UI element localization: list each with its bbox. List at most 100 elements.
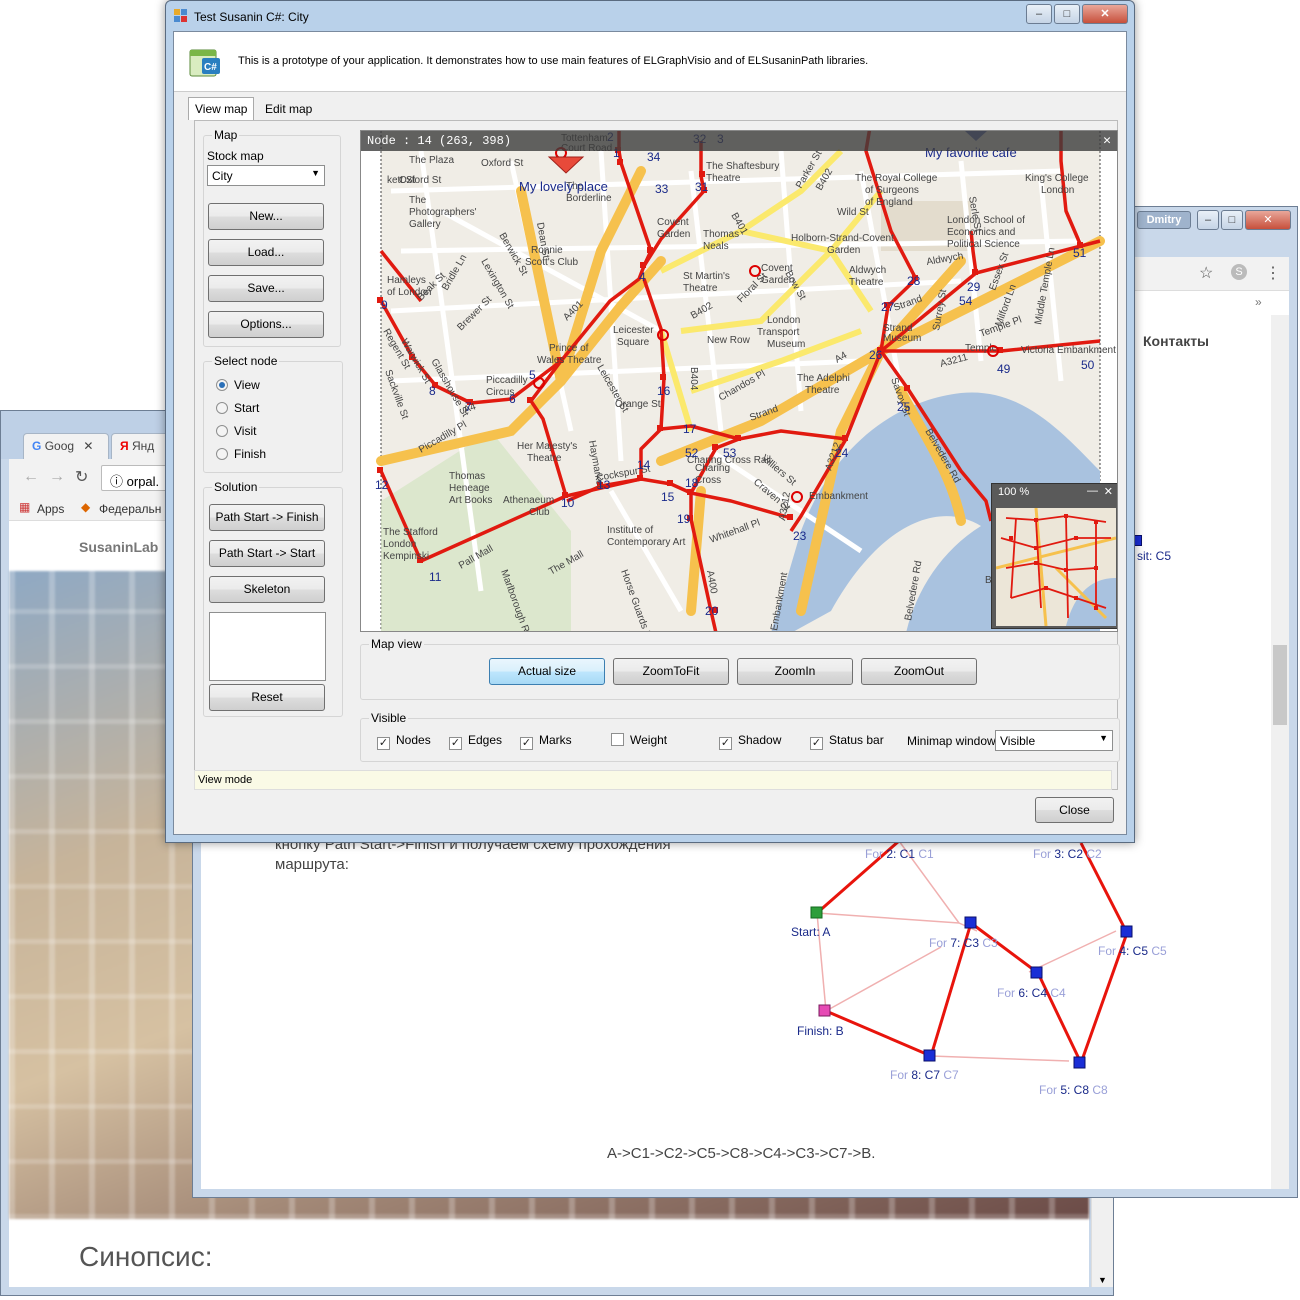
label-faint: C1 xyxy=(915,847,934,861)
svg-text:London: London xyxy=(1041,185,1074,196)
svg-text:15: 15 xyxy=(661,490,675,504)
scroll-down-icon[interactable]: ▼ xyxy=(1098,1275,1107,1285)
svg-text:Victoria Embankment: Victoria Embankment xyxy=(1021,345,1116,356)
load-button[interactable]: Load... xyxy=(208,239,324,266)
options-button[interactable]: Options... xyxy=(208,311,324,338)
radio-view[interactable]: View xyxy=(216,378,260,392)
checkbox-label: Edges xyxy=(468,733,503,747)
label-prefix: For xyxy=(1039,1083,1061,1097)
bookmark-apps[interactable]: Apps xyxy=(37,502,64,516)
title-bar[interactable]: Test Susanin C#: City – □ ✕ xyxy=(166,1,1134,31)
radio-label: Visit xyxy=(234,424,257,438)
tab-view-map[interactable]: View map xyxy=(188,97,255,120)
menu-icon[interactable]: ⋮ xyxy=(1265,263,1281,283)
close-button[interactable]: Close xyxy=(1035,797,1114,823)
graph-label-c8: For 5: C8 C8 xyxy=(1039,1083,1108,1097)
checkbox-status-bar[interactable]: ✓ Status bar xyxy=(810,733,884,750)
minimap-window-label: Minimap window xyxy=(907,734,996,748)
minimap-zoom: 100 % xyxy=(998,486,1030,498)
tab-edit-map[interactable]: Edit map xyxy=(258,97,320,120)
radio-start[interactable]: Start xyxy=(216,401,259,415)
close-icon[interactable]: ✕ xyxy=(1104,485,1113,498)
checkbox-edges[interactable]: ✓ Edges xyxy=(449,733,502,750)
node-c8[interactable] xyxy=(1073,1056,1086,1069)
stock-map-select[interactable]: City ▼ xyxy=(207,165,325,186)
checkbox-weight[interactable]: Weight xyxy=(611,733,667,747)
graph-label-c5: For 4: C5 C5 xyxy=(1098,944,1167,958)
reload-icon[interactable]: ↻ xyxy=(75,467,88,487)
star-icon[interactable]: ☆ xyxy=(1199,263,1213,283)
checkbox-shadow[interactable]: ✓ Shadow xyxy=(719,733,781,750)
actual-size-button[interactable]: Actual size xyxy=(489,658,605,685)
graph-label-c7: For 8: C7 C7 xyxy=(890,1068,959,1082)
minimize-button[interactable]: – xyxy=(1197,210,1219,230)
node-finish[interactable] xyxy=(818,1004,831,1017)
node-c7[interactable] xyxy=(923,1049,936,1062)
site-brand[interactable]: SusaninLab xyxy=(79,539,158,555)
svg-text:Contemporary Art: Contemporary Art xyxy=(607,537,686,548)
user-profile-label[interactable]: Dmitry xyxy=(1137,211,1191,229)
path-start-start-button[interactable]: Path Start -> Start xyxy=(209,540,325,567)
node-c3[interactable] xyxy=(964,916,977,929)
path-start-finish-button[interactable]: Path Start -> Finish xyxy=(209,504,325,531)
close-icon[interactable]: ✕ xyxy=(83,439,93,453)
map-view[interactable]: kett St The Plaza Oxford St Oxford St The Ph… xyxy=(360,130,1118,632)
reset-button[interactable]: Reset xyxy=(209,684,325,711)
browser-tab-yandex[interactable]: Я Янд xyxy=(111,433,171,459)
zoom-to-fit-button[interactable]: ZoomToFit xyxy=(613,658,729,685)
skeleton-button[interactable]: Skeleton xyxy=(209,576,325,603)
svg-text:Holborn-Strand-Covent: Holborn-Strand-Covent xyxy=(791,233,894,244)
checkbox-nodes[interactable]: ✓ Nodes xyxy=(377,733,431,750)
mode-status-bar: View mode xyxy=(194,770,1112,790)
yandex-icon: Я xyxy=(120,439,129,453)
maximize-button[interactable]: □ xyxy=(1221,210,1243,230)
svg-text:4: 4 xyxy=(639,270,646,284)
radio-visit[interactable]: Visit xyxy=(216,424,256,438)
graph-label-c1: For 2: C1 C1 xyxy=(865,847,934,861)
checkbox-empty xyxy=(611,733,624,746)
maximize-button[interactable]: □ xyxy=(1054,4,1080,24)
svg-text:Oxford St: Oxford St xyxy=(399,175,441,186)
label-faint: C4 xyxy=(1047,986,1066,1000)
browser-tab-google[interactable]: G Goog ✕ xyxy=(23,433,109,459)
radio-finish[interactable]: Finish xyxy=(216,447,266,461)
close-window-button[interactable]: ✕ xyxy=(1245,210,1291,230)
node-start[interactable] xyxy=(810,906,823,919)
svg-text:Institute of: Institute of xyxy=(607,525,653,536)
minimap-window[interactable]: 100 % — ✕ xyxy=(991,483,1117,629)
check-icon: ✓ xyxy=(810,737,823,750)
back-icon[interactable]: ← xyxy=(23,468,39,486)
minimize-button[interactable]: – xyxy=(1026,4,1052,24)
checkbox-label: Shadow xyxy=(738,733,782,747)
minimap-preview[interactable] xyxy=(996,508,1116,626)
close-window-button[interactable]: ✕ xyxy=(1082,4,1128,24)
solution-output-box[interactable] xyxy=(209,612,326,681)
bookmark-federal[interactable]: Федеральн xyxy=(99,502,161,516)
checkbox-marks[interactable]: ✓ Marks xyxy=(520,733,572,750)
zoom-out-button[interactable]: ZoomOut xyxy=(861,658,977,685)
close-icon[interactable]: ✕ xyxy=(1103,133,1111,148)
save-button[interactable]: Save... xyxy=(208,275,324,302)
minimap-window-select[interactable]: Visible ▼ xyxy=(995,730,1113,751)
svg-text:The Royal College: The Royal College xyxy=(855,173,938,184)
svg-text:Hamleys: Hamleys xyxy=(387,275,426,286)
new-button[interactable]: New... xyxy=(208,203,324,230)
nav-contacts[interactable]: Контакты xyxy=(1143,333,1209,349)
synopsis-heading: Синопсис: xyxy=(79,1241,213,1272)
svg-text:25: 25 xyxy=(897,400,911,414)
forward-icon[interactable]: → xyxy=(49,468,65,486)
minimize-icon[interactable]: — xyxy=(1087,485,1098,497)
node-c4[interactable] xyxy=(1030,966,1043,979)
zoom-in-button[interactable]: ZoomIn xyxy=(737,658,853,685)
node-c5[interactable] xyxy=(1120,925,1133,938)
map-view-group: Map view Actual size ZoomToFit ZoomIn Zo… xyxy=(360,637,1120,700)
map-status-bar: Node : 14 (263, 398) ✕ xyxy=(361,131,1117,151)
svg-text:of Surgeons: of Surgeons xyxy=(865,185,919,196)
svg-text:7: 7 xyxy=(465,400,472,414)
skype-icon[interactable]: S xyxy=(1231,264,1247,280)
scroll-thumb[interactable] xyxy=(1273,645,1287,725)
header-description: This is a prototype of your application.… xyxy=(238,55,869,67)
chevron-right-icon[interactable]: » xyxy=(1255,295,1262,309)
window-title: Test Susanin C#: City xyxy=(194,10,309,24)
page-scrollbar-2[interactable] xyxy=(1271,315,1289,1189)
